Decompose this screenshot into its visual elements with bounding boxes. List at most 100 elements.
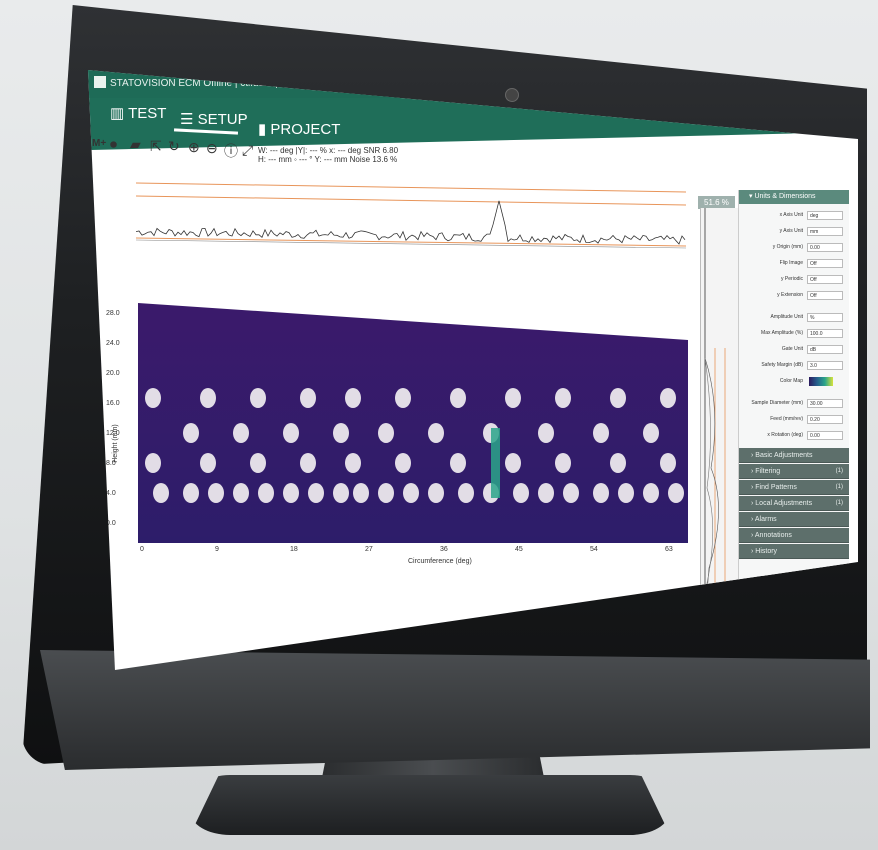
hole-marker — [538, 483, 554, 503]
hole-marker — [153, 483, 169, 503]
accordion-section[interactable]: › Annotations — [739, 528, 849, 543]
hole-marker — [668, 483, 684, 503]
setting-value[interactable]: dB — [807, 345, 843, 354]
setting-row: Gate Unit dB — [741, 344, 847, 356]
hole-marker — [593, 423, 609, 443]
monitor-chin — [40, 650, 870, 770]
units-dimensions-header[interactable]: ▾ Units & Dimensions — [739, 190, 849, 204]
setting-row: x Axis Unit deg — [741, 210, 847, 222]
hole-marker — [233, 423, 249, 443]
accordion-section[interactable]: › History — [739, 544, 849, 559]
setting-label: Sample Diameter (mm) — [751, 400, 803, 406]
x-tick-label: 0 — [140, 546, 144, 553]
accordion-count: (1) — [835, 484, 843, 490]
setting-row: x Rotation (deg) 0.00 — [741, 430, 847, 442]
hole-marker — [513, 483, 529, 503]
section-title: Units & Dimensions — [754, 193, 816, 200]
hole-marker — [555, 453, 571, 473]
hole-marker — [610, 388, 626, 408]
tab-setup[interactable]: ☰ SETUP — [180, 110, 248, 128]
hole-marker — [308, 483, 324, 503]
setting-value[interactable]: 0.20 — [807, 415, 843, 424]
c-scan-heatmap — [138, 303, 688, 543]
hole-marker — [283, 423, 299, 443]
hole-marker — [395, 453, 411, 473]
x-tick-label: 45 — [515, 546, 523, 553]
setting-label: Color Map — [779, 378, 803, 384]
hole-marker — [345, 388, 361, 408]
y-tick-label: 28.0 — [106, 310, 120, 317]
hole-marker — [183, 483, 199, 503]
tab-test[interactable]: ▥ TEST — [110, 104, 166, 122]
accordion-label: Filtering — [755, 468, 781, 475]
accordion-section[interactable]: › Basic Adjustments — [739, 448, 849, 463]
hole-marker — [458, 483, 474, 503]
hole-marker — [505, 388, 521, 408]
hole-marker — [145, 453, 161, 473]
cursor-readouts: W: --- deg |Y|: --- % x: --- deg SNR 6.8… — [258, 146, 398, 164]
readout-line-1: W: --- deg |Y|: --- % x: --- deg SNR 6.8… — [258, 146, 399, 155]
hole-marker — [450, 453, 466, 473]
hole-marker — [428, 483, 444, 503]
hole-marker — [200, 388, 216, 408]
setting-value[interactable]: Off — [807, 291, 843, 300]
setting-row: y Extension Off — [741, 290, 847, 302]
setting-row: Color Map — [741, 376, 847, 388]
setting-value[interactable]: 30.00 — [807, 399, 843, 408]
readout-line-2: H: --- mm ◦ --- ° Y: --- mm Noise 13.6 % — [258, 155, 398, 164]
folder-icon[interactable]: ▰ — [130, 136, 141, 153]
settings-panel: ▾ Units & Dimensions x Axis Unit deg y Axi… — [738, 190, 849, 590]
export-icon[interactable]: ⇱ — [150, 138, 162, 155]
hole-marker — [250, 453, 266, 473]
side-profile-plot — [704, 208, 726, 619]
y-tick-label: 20.0 — [106, 370, 120, 377]
mplus-button[interactable]: M+ — [92, 138, 106, 149]
zoom-out-icon[interactable]: ⊖ — [206, 140, 218, 157]
setting-row: y Axis Unit mm — [741, 226, 847, 238]
accordion-label: Basic Adjustments — [755, 452, 813, 459]
setting-value[interactable]: 100.0 — [807, 329, 843, 338]
accordion-section[interactable]: › Alarms — [739, 512, 849, 527]
setting-label: Feed (mm/rev) — [770, 416, 803, 422]
hole-marker — [300, 453, 316, 473]
accordion-label: History — [755, 548, 778, 555]
x-tick-label: 27 — [365, 546, 373, 553]
setting-value[interactable]: Off — [807, 275, 843, 284]
hole-marker — [403, 483, 419, 503]
hole-marker — [200, 453, 216, 473]
monitor-stand-base — [190, 775, 670, 835]
setting-label: y Extension — [777, 292, 803, 298]
y-axis: 28.0 24.0 20.0 16.0 12.0 8.0 4.0 0.0 — [106, 310, 136, 550]
fit-icon[interactable]: ⤢ — [242, 142, 253, 159]
hole-marker — [660, 388, 676, 408]
colormap-swatch[interactable] — [809, 377, 833, 386]
setting-value[interactable]: mm — [807, 227, 843, 236]
setting-value[interactable]: 3.0 — [807, 361, 843, 370]
hole-marker — [660, 453, 676, 473]
setting-value[interactable]: 0.00 — [807, 243, 843, 252]
hole-marker — [183, 423, 199, 443]
record-icon[interactable]: ⏺ — [110, 136, 117, 153]
side-profile-panel — [700, 208, 739, 619]
setting-label: y Axis Unit — [779, 228, 803, 234]
setting-value[interactable]: deg — [807, 211, 843, 220]
hole-marker — [643, 423, 659, 443]
accordion-count: (1) — [835, 500, 843, 506]
accordion-section[interactable]: › Filtering (1) — [739, 464, 849, 479]
hole-marker — [450, 388, 466, 408]
setting-value[interactable]: Off — [807, 259, 843, 268]
setting-value[interactable]: % — [807, 313, 843, 322]
accordion-section[interactable]: › Local Adjustments (1) — [739, 496, 849, 511]
setting-label: x Axis Unit — [779, 212, 803, 218]
hole-marker — [258, 483, 274, 503]
hole-marker — [333, 483, 349, 503]
info-icon[interactable]: ⓘ — [224, 141, 238, 161]
hole-marker — [283, 483, 299, 503]
hole-marker — [300, 388, 316, 408]
setting-value[interactable]: 0.00 — [807, 431, 843, 440]
accordion-count: (1) — [835, 468, 843, 474]
zoom-in-icon[interactable]: ⊕ — [188, 139, 200, 156]
refresh-icon[interactable]: ↻ — [168, 138, 180, 155]
accordion-section[interactable]: › Find Patterns (1) — [739, 480, 849, 495]
hole-marker — [593, 483, 609, 503]
